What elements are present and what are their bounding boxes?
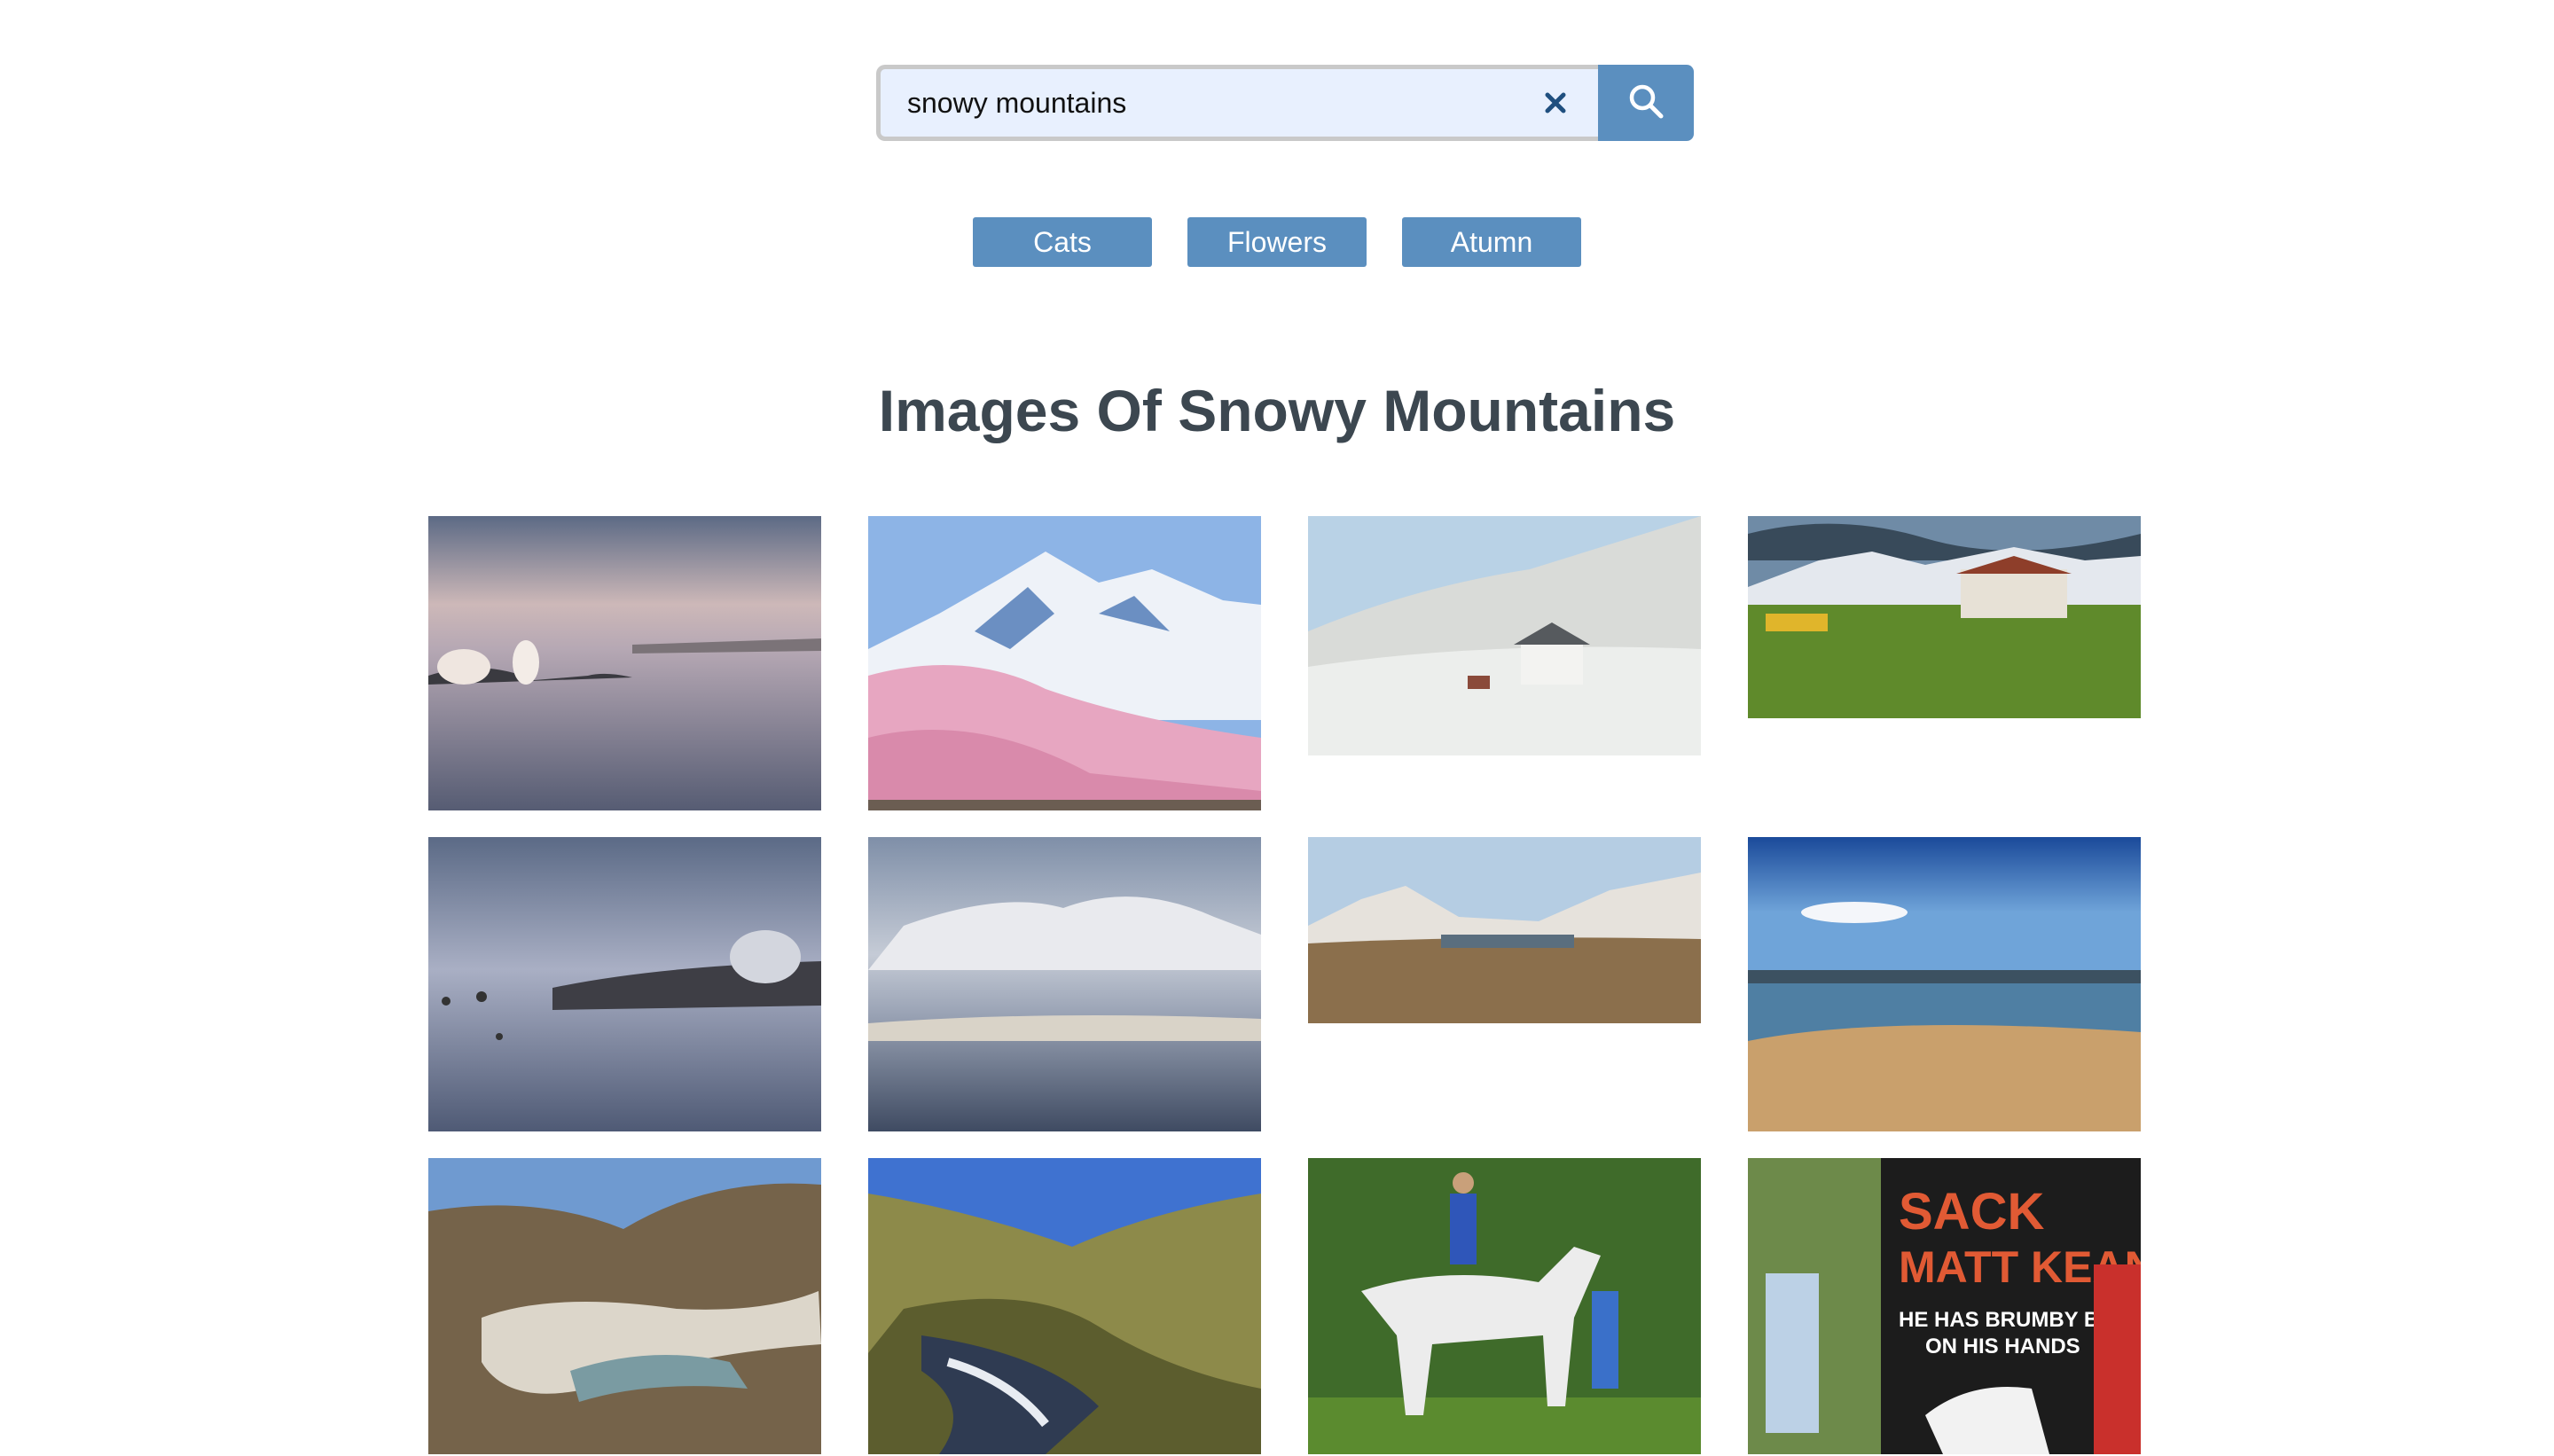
gallery-image[interactable] xyxy=(428,1158,821,1454)
close-icon[interactable] xyxy=(1543,90,1568,115)
search-input[interactable] xyxy=(881,69,1598,137)
svg-text:SACK: SACK xyxy=(1899,1183,2044,1241)
search-box xyxy=(876,65,1598,141)
gallery-image[interactable]: SACK MATT KEAN HE HAS BRUMBY BLOOD ON HI… xyxy=(1748,1158,2141,1454)
gallery-image[interactable] xyxy=(868,516,1261,810)
gallery-image[interactable] xyxy=(428,837,821,1131)
gallery-image[interactable] xyxy=(1748,516,2141,718)
category-button-cats[interactable]: Cats xyxy=(973,217,1152,267)
search-icon xyxy=(1626,82,1665,125)
svg-text:ON HIS HANDS: ON HIS HANDS xyxy=(1925,1335,2080,1358)
gallery-image[interactable] xyxy=(428,516,821,810)
page: Cats Flowers Atumn Images Of Snowy Mount… xyxy=(0,0,2554,1456)
gallery-image[interactable] xyxy=(1308,837,1701,1023)
gallery-image[interactable] xyxy=(1308,516,1701,755)
search-button[interactable] xyxy=(1598,65,1694,141)
gallery-image[interactable] xyxy=(1308,1158,1701,1454)
category-button-atumn[interactable]: Atumn xyxy=(1402,217,1581,267)
search-bar xyxy=(876,65,1694,141)
category-buttons: Cats Flowers Atumn xyxy=(0,217,2554,267)
gallery-image[interactable] xyxy=(1748,837,2141,1131)
category-button-flowers[interactable]: Flowers xyxy=(1187,217,1367,267)
page-title: Images Of Snowy Mountains xyxy=(878,378,1676,443)
gallery-image[interactable] xyxy=(868,837,1261,1131)
gallery-image[interactable] xyxy=(868,1158,1261,1454)
